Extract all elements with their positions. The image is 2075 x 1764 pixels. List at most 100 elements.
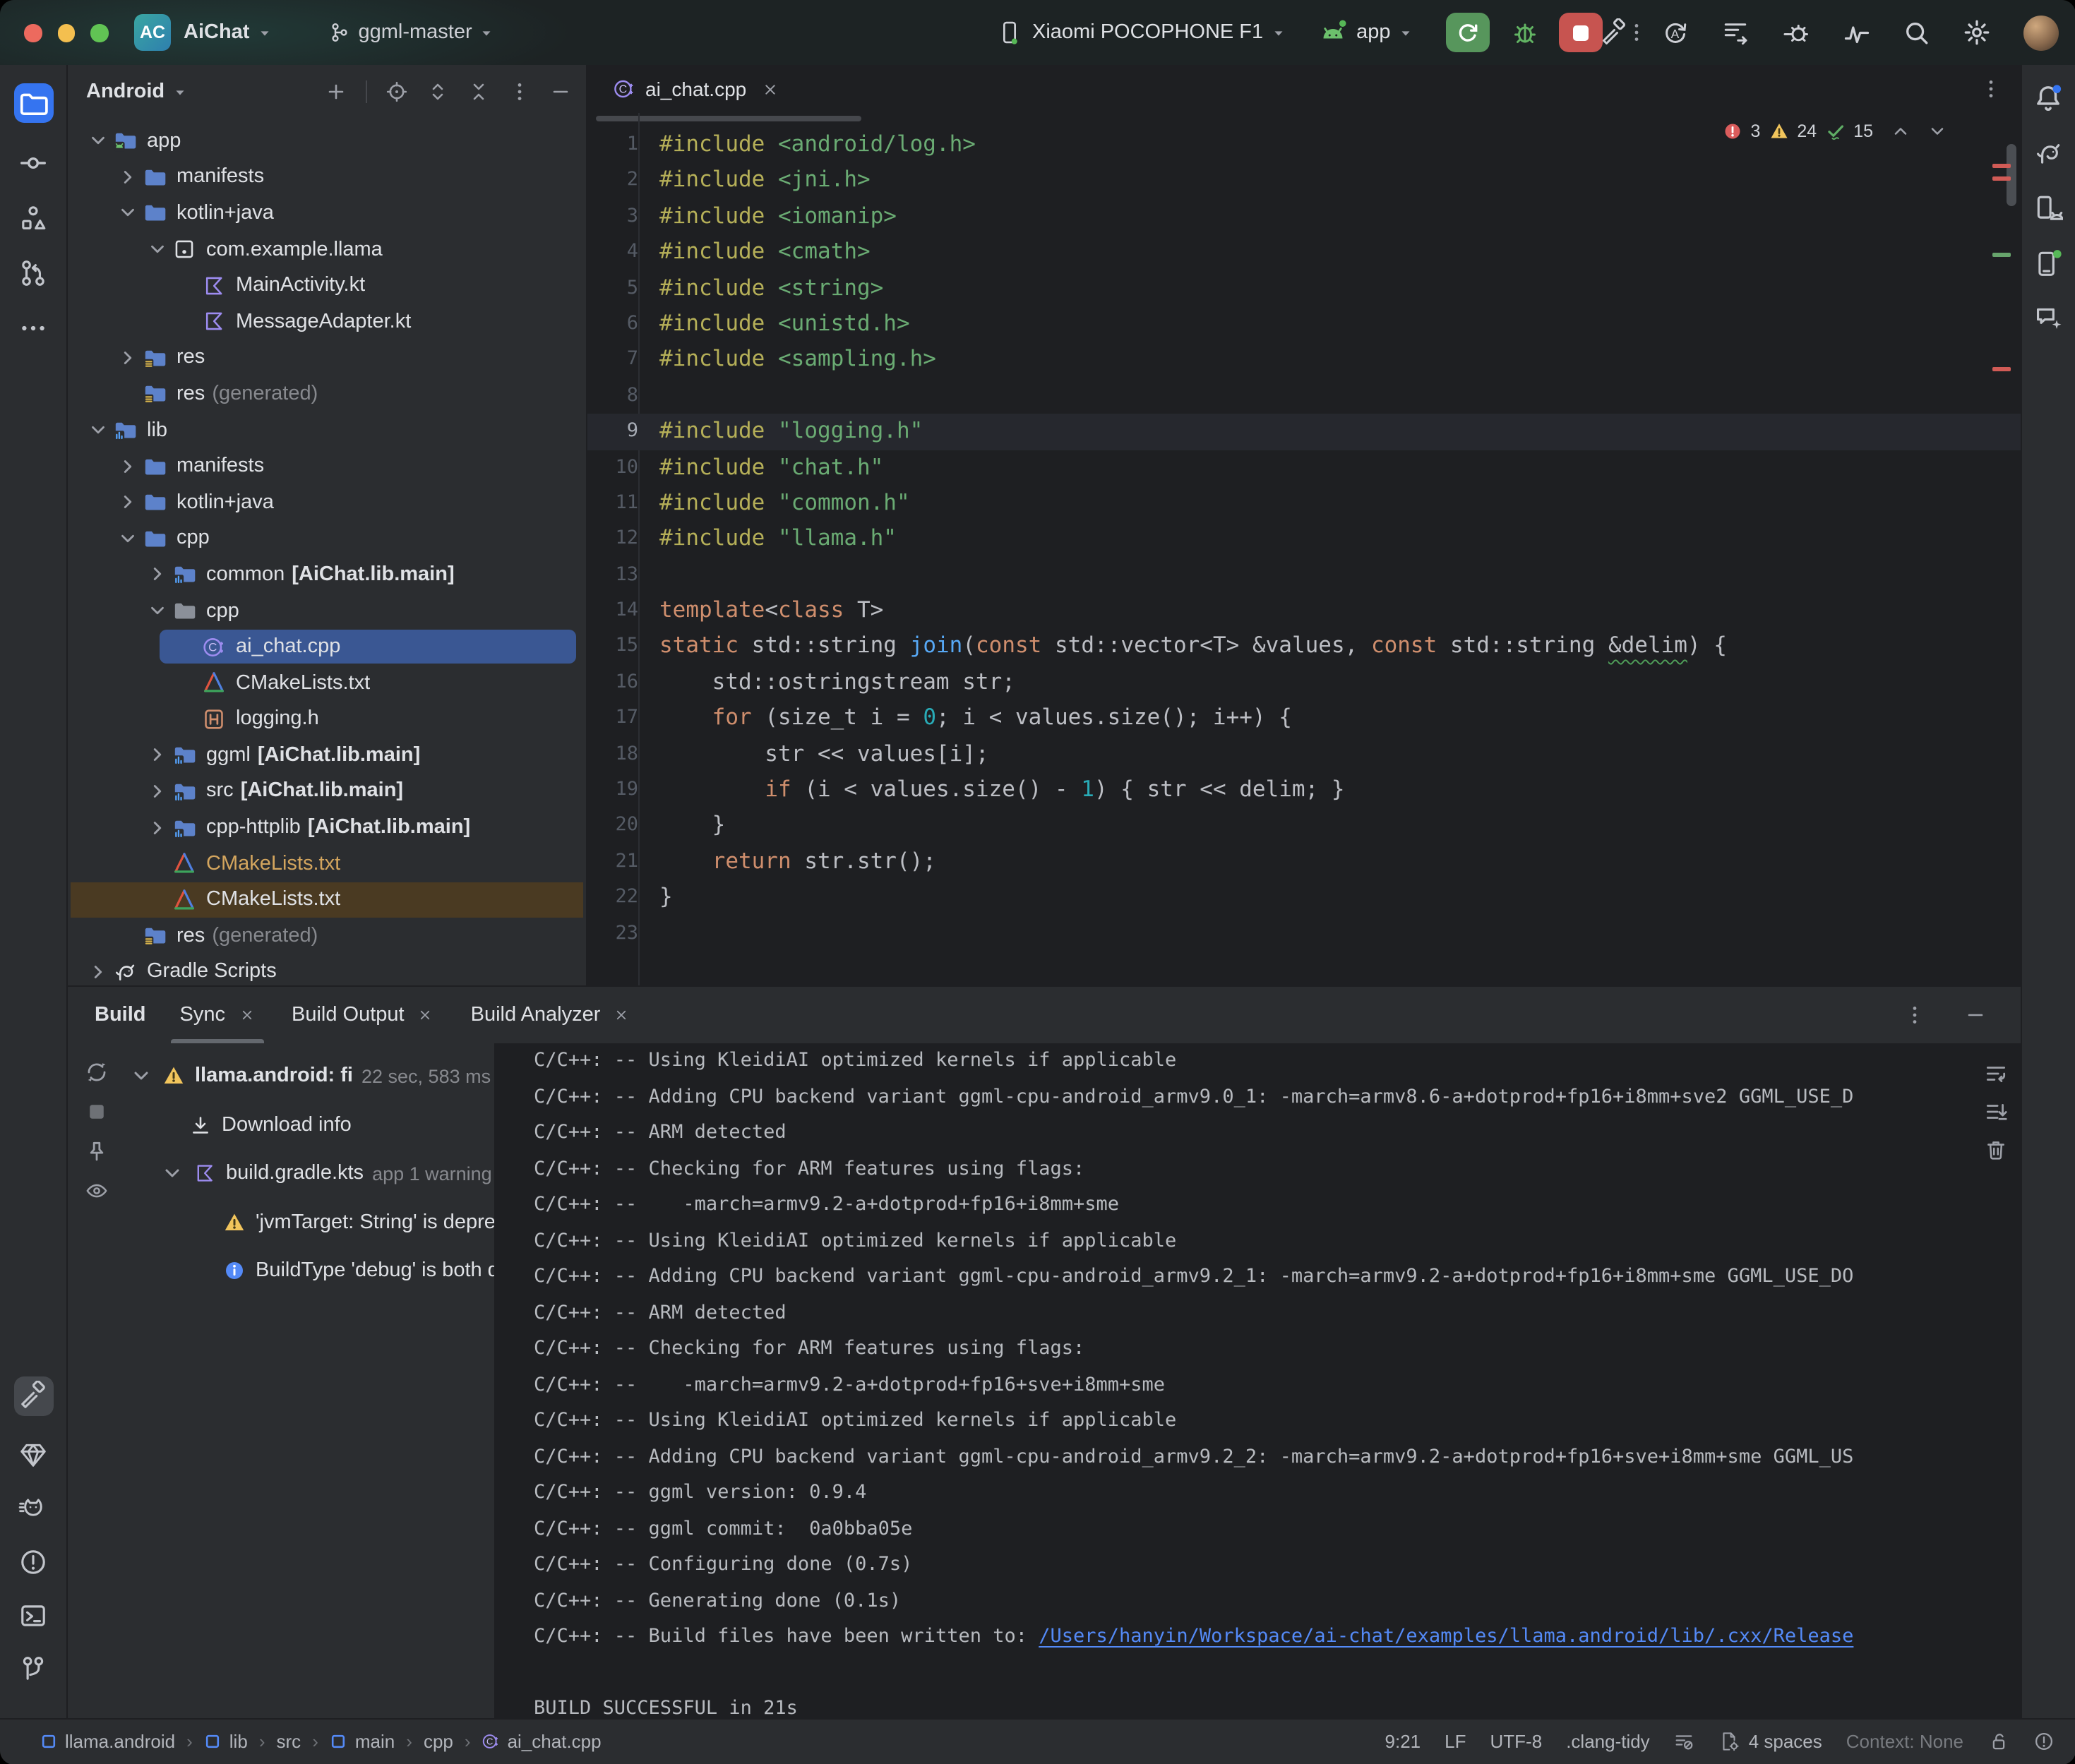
- build-tree-item[interactable]: 'jvmTarget: String' is deprec: [124, 1198, 494, 1247]
- maximize-window-button[interactable]: [90, 24, 108, 42]
- code-line[interactable]: 17 for (size_t i = 0; i < values.size();…: [587, 701, 2020, 737]
- search-everywhere-button[interactable]: [1903, 19, 1930, 46]
- code-line[interactable]: 4#include <cmath>: [587, 234, 2020, 270]
- chevron-right-icon[interactable]: [147, 745, 168, 766]
- hide-panel-button[interactable]: [549, 80, 572, 103]
- build-output-path-link[interactable]: /Users/hanyin/Workspace/ai-chat/examples…: [1039, 1625, 1853, 1648]
- project-selector[interactable]: AiChat: [184, 21, 249, 44]
- chevron-right-icon[interactable]: [117, 455, 138, 476]
- code-line[interactable]: 7#include <sampling.h>: [587, 342, 2020, 378]
- breadcrumb-item[interactable]: lib: [204, 1732, 248, 1753]
- line-separator[interactable]: LF: [1445, 1732, 1466, 1753]
- code-line[interactable]: 13: [587, 557, 2020, 593]
- breadcrumb-item[interactable]: cpp: [424, 1732, 453, 1753]
- tab-sync[interactable]: Sync: [162, 987, 274, 1043]
- build-panel-options-button[interactable]: [1903, 1004, 1925, 1026]
- select-opened-file-button[interactable]: [385, 80, 408, 103]
- project-tree-item[interactable]: CMakeLists.txt: [68, 665, 586, 701]
- project-tree-item[interactable]: res(generated): [68, 918, 586, 954]
- code-line[interactable]: 15static std::string join(const std::vec…: [587, 629, 2020, 665]
- chevron-down-icon[interactable]: [88, 419, 109, 440]
- structure-tool-button[interactable]: [18, 203, 48, 233]
- ai-context[interactable]: Context: None: [1846, 1732, 1963, 1753]
- gradle-tool-button[interactable]: [2033, 138, 2063, 168]
- breadcrumb-item[interactable]: Cai_chat.cpp: [482, 1732, 602, 1753]
- file-encoding[interactable]: UTF-8: [1490, 1732, 1543, 1753]
- project-tree-item[interactable]: cpp: [68, 520, 586, 556]
- project-tree-item[interactable]: res: [68, 340, 586, 376]
- panel-options-button[interactable]: [508, 80, 531, 103]
- code-line[interactable]: 21 return str.str();: [587, 844, 2020, 880]
- build-tree-item[interactable]: build.gradle.ktsapp 1 warning: [124, 1149, 494, 1198]
- tab-build-analyzer[interactable]: Build Analyzer: [453, 987, 649, 1043]
- code-line[interactable]: 5#include <string>: [587, 270, 2020, 306]
- project-tree-item[interactable]: common[AiChat.lib.main]: [68, 556, 586, 592]
- project-tree-item[interactable]: Cai_chat.cpp: [68, 629, 586, 665]
- commit-tool-button[interactable]: [18, 148, 48, 178]
- device-selector[interactable]: Xiaomi POCOPHONE F1: [1032, 21, 1263, 44]
- pin-tab-button[interactable]: [84, 1139, 108, 1163]
- code-line[interactable]: 18 str << values[i];: [587, 736, 2020, 772]
- code-line[interactable]: 12#include "llama.h": [587, 522, 2020, 558]
- chevron-down-icon[interactable]: [117, 203, 138, 224]
- code-area[interactable]: 3 24 15 1#include <andro: [587, 113, 2020, 985]
- code-line[interactable]: 23: [587, 916, 2020, 952]
- problems-tool-button[interactable]: [18, 1547, 48, 1576]
- project-tree-item[interactable]: ggml[AiChat.lib.main]: [68, 737, 586, 773]
- code-line[interactable]: 22}: [587, 880, 2020, 916]
- build-tool-button[interactable]: [13, 1376, 53, 1415]
- chevron-down-icon[interactable]: [147, 239, 168, 260]
- chevron-down-icon[interactable]: [161, 1163, 184, 1185]
- device-manager-button[interactable]: [2033, 193, 2063, 223]
- chevron-down-icon[interactable]: [88, 131, 109, 152]
- code-line[interactable]: 16 std::ostringstream str;: [587, 665, 2020, 701]
- project-tree-item[interactable]: MainActivity.kt: [68, 268, 586, 304]
- vcs-branch-selector[interactable]: ggml-master: [327, 21, 496, 44]
- indent-config[interactable]: 4 spaces: [1719, 1732, 1822, 1753]
- settings-button[interactable]: [1962, 18, 1990, 47]
- project-tree-item[interactable]: res(generated): [68, 376, 586, 412]
- caret-position[interactable]: 9:21: [1385, 1732, 1421, 1753]
- add-button[interactable]: [325, 80, 347, 103]
- lock-icon[interactable]: [1987, 1732, 2009, 1753]
- project-tree-item[interactable]: cpp: [68, 592, 586, 628]
- attach-debugger-button[interactable]: [1781, 18, 1810, 47]
- project-tree-item[interactable]: CMakeLists.txt: [68, 846, 586, 882]
- code-style-config[interactable]: .clang-tidy: [1566, 1732, 1650, 1753]
- project-tree-item[interactable]: app: [68, 123, 586, 159]
- project-tree-item[interactable]: CMakeLists.txt: [68, 882, 586, 918]
- formatter-status-icon[interactable]: [1674, 1732, 1695, 1753]
- breadcrumb-item[interactable]: main: [330, 1732, 395, 1753]
- editor-options-button[interactable]: [1979, 78, 2002, 100]
- notifications-button[interactable]: [2033, 83, 2063, 113]
- build-tree-item[interactable]: BuildType 'debug' is both de: [124, 1247, 494, 1295]
- terminal-tool-button[interactable]: [18, 1600, 48, 1630]
- breadcrumb-item[interactable]: src: [277, 1732, 301, 1753]
- project-tree-item[interactable]: MessageAdapter.kt: [68, 304, 586, 340]
- code-line[interactable]: 10#include "chat.h": [587, 450, 2020, 486]
- project-tool-button[interactable]: [13, 83, 53, 123]
- project-tree-item[interactable]: cpp-httplib[AiChat.lib.main]: [68, 810, 586, 846]
- clear-console-button[interactable]: [1983, 1138, 2007, 1162]
- rerun-button[interactable]: [1446, 13, 1490, 52]
- stop-sync-button[interactable]: [84, 1100, 108, 1124]
- project-tree-item[interactable]: src[AiChat.lib.main]: [68, 773, 586, 809]
- project-tree-item[interactable]: com.example.llama: [68, 232, 586, 268]
- code-line[interactable]: 11#include "common.h": [587, 486, 2020, 522]
- build-tree-item[interactable]: llama.android: fi22 sec, 583 ms: [124, 1052, 494, 1100]
- close-tab-icon[interactable]: [417, 1007, 434, 1024]
- chevron-right-icon[interactable]: [147, 564, 168, 585]
- close-tab-icon[interactable]: [238, 1007, 255, 1024]
- code-line[interactable]: 6#include <unistd.h>: [587, 306, 2020, 342]
- tab-build-output[interactable]: Build Output: [273, 987, 453, 1043]
- chevron-right-icon[interactable]: [117, 491, 138, 512]
- close-tab-icon[interactable]: [613, 1007, 630, 1024]
- resync-button[interactable]: [84, 1060, 108, 1084]
- minimize-window-button[interactable]: [57, 24, 75, 42]
- scroll-to-end-button[interactable]: [1983, 1100, 2007, 1124]
- view-options-button[interactable]: [84, 1179, 108, 1203]
- expand-all-button[interactable]: [426, 80, 449, 103]
- project-view-selector[interactable]: Android: [86, 80, 165, 103]
- chevron-right-icon[interactable]: [147, 817, 168, 838]
- project-tree-item[interactable]: manifests: [68, 448, 586, 484]
